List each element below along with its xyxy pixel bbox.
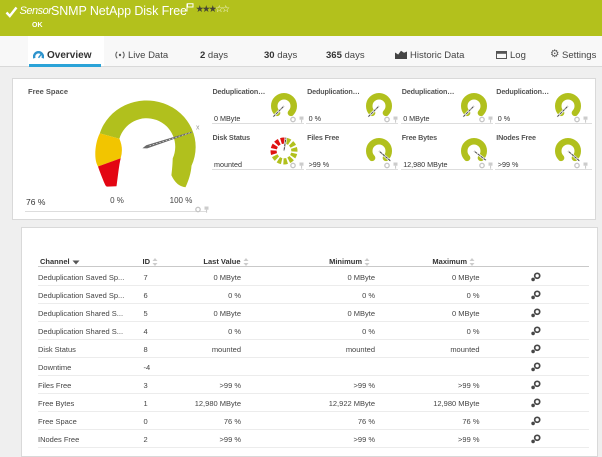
svg-text:x: x: [196, 125, 200, 132]
